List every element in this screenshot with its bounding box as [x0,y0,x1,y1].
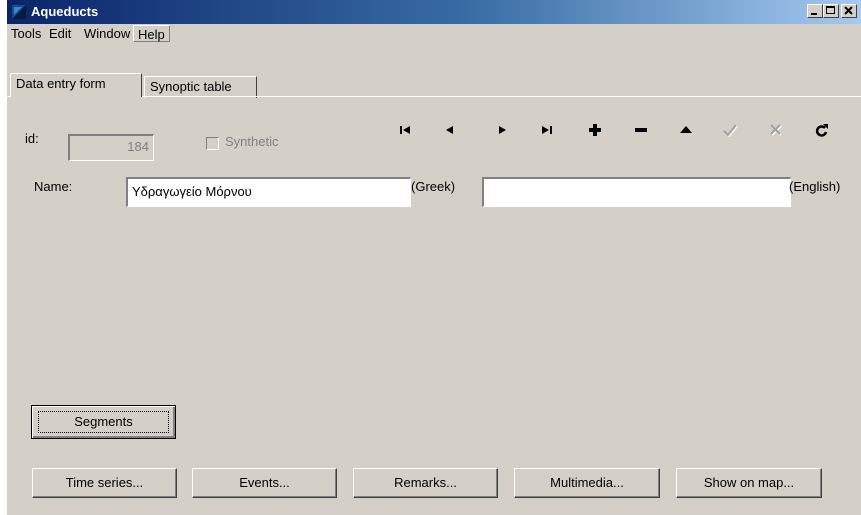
name-label: Name: [34,179,73,194]
synthetic-checkbox[interactable] [206,137,219,150]
synthetic-label: Synthetic [225,134,279,149]
events-button[interactable]: Events... [192,468,337,498]
last-icon [542,126,552,134]
id-field: 184 [68,134,154,161]
insert-icon [589,124,601,136]
multimedia-button[interactable]: Multimedia... [514,468,660,498]
next-record-button[interactable] [491,119,513,141]
menu-tools[interactable]: Tools [7,25,45,42]
delete-record-button[interactable] [630,119,652,141]
edit-icon [680,126,692,133]
menu-window[interactable]: Window [80,25,134,42]
delete-icon [635,128,647,132]
prior-record-button[interactable] [439,119,461,141]
refresh-data-button[interactable] [811,119,833,141]
name-english-input[interactable] [482,177,791,207]
name-greek-input[interactable]: Υδραγωγείο Μόρνου [126,177,411,207]
maximize-button[interactable] [823,4,839,18]
cancel-edit-button [765,119,787,141]
menu-help[interactable]: Help [133,25,170,42]
close-button[interactable] [841,4,857,18]
post-icon [723,124,738,137]
cancel-icon [770,124,782,136]
focus-indicator [38,411,169,433]
time-series-button[interactable]: Time series... [32,468,177,498]
tab-data-entry-form[interactable]: Data entry form [10,73,142,97]
close-icon [844,6,853,15]
greek-suffix-label: (Greek) [411,179,456,194]
english-suffix-label: (English) [789,179,841,194]
app-window: Aqueducts Tools Edit Window Help Data en… [7,0,861,515]
post-edit-button [719,119,741,141]
first-icon [400,126,410,134]
menu-edit[interactable]: Edit [45,25,75,42]
show-on-map-button[interactable]: Show on map... [676,468,822,498]
insert-record-button[interactable] [584,119,606,141]
last-record-button[interactable] [535,119,557,141]
minimize-button[interactable] [807,4,823,18]
segments-button[interactable]: Segments [31,405,176,439]
id-label: id: [25,131,39,146]
title-bar: Aqueducts [7,0,861,24]
first-record-button[interactable] [395,119,417,141]
maximize-icon [826,6,835,14]
remarks-button[interactable]: Remarks... [353,468,498,498]
edit-record-button[interactable] [675,119,697,141]
menu-bar: Tools Edit Window Help [7,24,861,44]
prior-icon [446,126,453,134]
window-title: Aqueducts [31,4,99,19]
aqueduct-app-icon [12,5,26,19]
minimize-icon [811,13,817,15]
refresh-icon [815,124,828,137]
tab-synoptic-table[interactable]: Synoptic table [144,76,257,98]
next-icon [499,126,506,134]
